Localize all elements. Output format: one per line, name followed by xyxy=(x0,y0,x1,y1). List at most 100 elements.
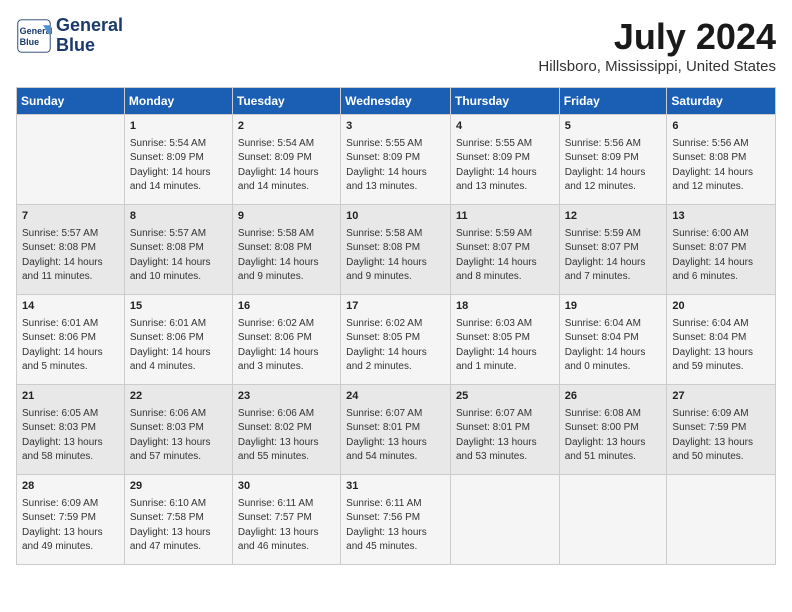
cell-content: Sunrise: 5:54 AM Sunset: 8:09 PM Dayligh… xyxy=(238,137,335,195)
cell-content: Sunrise: 5:56 AM Sunset: 8:09 PM Dayligh… xyxy=(565,137,662,195)
cell-content: Sunrise: 6:01 AM Sunset: 8:06 PM Dayligh… xyxy=(130,317,227,375)
calendar-cell xyxy=(667,475,776,565)
day-number: 24 xyxy=(346,389,445,405)
cell-content: Sunrise: 6:04 AM Sunset: 8:04 PM Dayligh… xyxy=(565,317,662,375)
day-header-thursday: Thursday xyxy=(450,88,559,115)
logo-text: General Blue xyxy=(56,16,123,56)
day-number: 21 xyxy=(22,389,119,405)
calendar-cell: 13 Sunrise: 6:00 AM Sunset: 8:07 PM Dayli… xyxy=(667,205,776,295)
cell-content: Sunrise: 6:09 AM Sunset: 7:59 PM Dayligh… xyxy=(22,497,119,555)
cell-content: Sunrise: 5:57 AM Sunset: 8:08 PM Dayligh… xyxy=(22,227,119,285)
calendar-cell: 11Sunrise: 5:59 AM Sunset: 8:07 PM Dayli… xyxy=(450,205,559,295)
cell-content: Sunrise: 6:02 AM Sunset: 8:05 PM Dayligh… xyxy=(346,317,445,375)
calendar-cell xyxy=(559,475,667,565)
calendar-cell: 6 Sunrise: 5:56 AM Sunset: 8:08 PM Daylig… xyxy=(667,115,776,205)
day-number: 15 xyxy=(130,299,227,315)
calendar-cell: 8 Sunrise: 5:57 AM Sunset: 8:08 PM Daylig… xyxy=(124,205,232,295)
location: Hillsboro, Mississippi, United States xyxy=(538,58,776,75)
day-number: 22 xyxy=(130,389,227,405)
calendar-cell: 27 Sunrise: 6:09 AM Sunset: 7:59 PM Dayli… xyxy=(667,385,776,475)
svg-text:Blue: Blue xyxy=(20,37,40,47)
cell-content: Sunrise: 6:07 AM Sunset: 8:01 PM Dayligh… xyxy=(456,407,554,465)
calendar-cell: 15 Sunrise: 6:01 AM Sunset: 8:06 PM Dayli… xyxy=(124,295,232,385)
day-header-tuesday: Tuesday xyxy=(232,88,340,115)
calendar-cell: 30Sunrise: 6:11 AM Sunset: 7:57 PM Dayli… xyxy=(232,475,340,565)
cell-content: Sunrise: 6:06 AM Sunset: 8:02 PM Dayligh… xyxy=(238,407,335,465)
calendar-cell: 14Sunrise: 6:01 AM Sunset: 8:06 PM Dayli… xyxy=(17,295,125,385)
day-number: 17 xyxy=(346,299,445,315)
cell-content: Sunrise: 6:00 AM Sunset: 8:07 PM Dayligh… xyxy=(672,227,770,285)
calendar-header-row: SundayMondayTuesdayWednesdayThursdayFrid… xyxy=(17,88,776,115)
day-number: 5 xyxy=(565,119,662,135)
day-number: 2 xyxy=(238,119,335,135)
cell-content: Sunrise: 6:06 AM Sunset: 8:03 PM Dayligh… xyxy=(130,407,227,465)
cell-content: Sunrise: 5:58 AM Sunset: 8:08 PM Dayligh… xyxy=(238,227,335,285)
cell-content: Sunrise: 6:03 AM Sunset: 8:05 PM Dayligh… xyxy=(456,317,554,375)
calendar-cell: 21 Sunrise: 6:05 AM Sunset: 8:03 PM Dayli… xyxy=(17,385,125,475)
calendar-cell: 22 Sunrise: 6:06 AM Sunset: 8:03 PM Dayli… xyxy=(124,385,232,475)
cell-content: Sunrise: 6:11 AM Sunset: 7:56 PM Dayligh… xyxy=(346,497,445,555)
calendar-cell: 23 Sunrise: 6:06 AM Sunset: 8:02 PM Dayli… xyxy=(232,385,340,475)
calendar-cell: 29Sunrise: 6:10 AM Sunset: 7:58 PM Dayli… xyxy=(124,475,232,565)
day-number: 10 xyxy=(346,209,445,225)
calendar-cell: 7Sunrise: 5:57 AM Sunset: 8:08 PM Daylig… xyxy=(17,205,125,295)
day-number: 25 xyxy=(456,389,554,405)
day-number: 31 xyxy=(346,479,445,495)
cell-content: Sunrise: 6:08 AM Sunset: 8:00 PM Dayligh… xyxy=(565,407,662,465)
day-header-saturday: Saturday xyxy=(667,88,776,115)
cell-content: Sunrise: 6:05 AM Sunset: 8:03 PM Dayligh… xyxy=(22,407,119,465)
calendar-cell: 12 Sunrise: 5:59 AM Sunset: 8:07 PM Dayli… xyxy=(559,205,667,295)
day-number: 4 xyxy=(456,119,554,135)
cell-content: Sunrise: 5:57 AM Sunset: 8:08 PM Dayligh… xyxy=(130,227,227,285)
day-number: 18 xyxy=(456,299,554,315)
cell-content: Sunrise: 6:11 AM Sunset: 7:57 PM Dayligh… xyxy=(238,497,335,555)
logo-icon: General Blue xyxy=(16,18,52,54)
calendar-cell: 25 Sunrise: 6:07 AM Sunset: 8:01 PM Dayli… xyxy=(450,385,559,475)
day-header-friday: Friday xyxy=(559,88,667,115)
calendar-cell: 16Sunrise: 6:02 AM Sunset: 8:06 PM Dayli… xyxy=(232,295,340,385)
day-number: 20 xyxy=(672,299,770,315)
day-header-monday: Monday xyxy=(124,88,232,115)
day-number: 28 xyxy=(22,479,119,495)
calendar-cell: 24Sunrise: 6:07 AM Sunset: 8:01 PM Dayli… xyxy=(341,385,451,475)
calendar-week-row: 7Sunrise: 5:57 AM Sunset: 8:08 PM Daylig… xyxy=(17,205,776,295)
cell-content: Sunrise: 6:10 AM Sunset: 7:58 PM Dayligh… xyxy=(130,497,227,555)
day-number: 9 xyxy=(238,209,335,225)
calendar-week-row: 14Sunrise: 6:01 AM Sunset: 8:06 PM Dayli… xyxy=(17,295,776,385)
day-number: 27 xyxy=(672,389,770,405)
cell-content: Sunrise: 6:09 AM Sunset: 7:59 PM Dayligh… xyxy=(672,407,770,465)
day-number: 11 xyxy=(456,209,554,225)
cell-content: Sunrise: 6:02 AM Sunset: 8:06 PM Dayligh… xyxy=(238,317,335,375)
calendar-week-row: 28 Sunrise: 6:09 AM Sunset: 7:59 PM Dayli… xyxy=(17,475,776,565)
cell-content: Sunrise: 5:54 AM Sunset: 8:09 PM Dayligh… xyxy=(130,137,227,195)
calendar-cell: 9 Sunrise: 5:58 AM Sunset: 8:08 PM Daylig… xyxy=(232,205,340,295)
day-number: 1 xyxy=(130,119,227,135)
calendar-cell: 31 Sunrise: 6:11 AM Sunset: 7:56 PM Dayli… xyxy=(341,475,451,565)
cell-content: Sunrise: 5:55 AM Sunset: 8:09 PM Dayligh… xyxy=(346,137,445,195)
month-title: July 2024 xyxy=(538,16,776,58)
cell-content: Sunrise: 5:56 AM Sunset: 8:08 PM Dayligh… xyxy=(672,137,770,195)
calendar-cell xyxy=(450,475,559,565)
day-number: 26 xyxy=(565,389,662,405)
day-header-sunday: Sunday xyxy=(17,88,125,115)
calendar-cell: 3Sunrise: 5:55 AM Sunset: 8:09 PM Daylig… xyxy=(341,115,451,205)
calendar-cell: 18 Sunrise: 6:03 AM Sunset: 8:05 PM Dayli… xyxy=(450,295,559,385)
calendar-cell: 2 Sunrise: 5:54 AM Sunset: 8:09 PM Daylig… xyxy=(232,115,340,205)
calendar-cell: 1 Sunrise: 5:54 AM Sunset: 8:09 PM Daylig… xyxy=(124,115,232,205)
day-number: 19 xyxy=(565,299,662,315)
cell-content: Sunrise: 5:59 AM Sunset: 8:07 PM Dayligh… xyxy=(565,227,662,285)
calendar-cell: 4 Sunrise: 5:55 AM Sunset: 8:09 PM Daylig… xyxy=(450,115,559,205)
day-number: 6 xyxy=(672,119,770,135)
cell-content: Sunrise: 5:58 AM Sunset: 8:08 PM Dayligh… xyxy=(346,227,445,285)
cell-content: Sunrise: 5:55 AM Sunset: 8:09 PM Dayligh… xyxy=(456,137,554,195)
calendar-cell: 26 Sunrise: 6:08 AM Sunset: 8:00 PM Dayli… xyxy=(559,385,667,475)
day-number: 13 xyxy=(672,209,770,225)
day-number: 12 xyxy=(565,209,662,225)
day-number: 23 xyxy=(238,389,335,405)
page-header: General Blue General Blue July 2024 Hill… xyxy=(16,16,776,75)
day-number: 8 xyxy=(130,209,227,225)
logo: General Blue General Blue xyxy=(16,16,123,56)
cell-content: Sunrise: 6:04 AM Sunset: 8:04 PM Dayligh… xyxy=(672,317,770,375)
day-header-wednesday: Wednesday xyxy=(341,88,451,115)
calendar-week-row: 1 Sunrise: 5:54 AM Sunset: 8:09 PM Daylig… xyxy=(17,115,776,205)
